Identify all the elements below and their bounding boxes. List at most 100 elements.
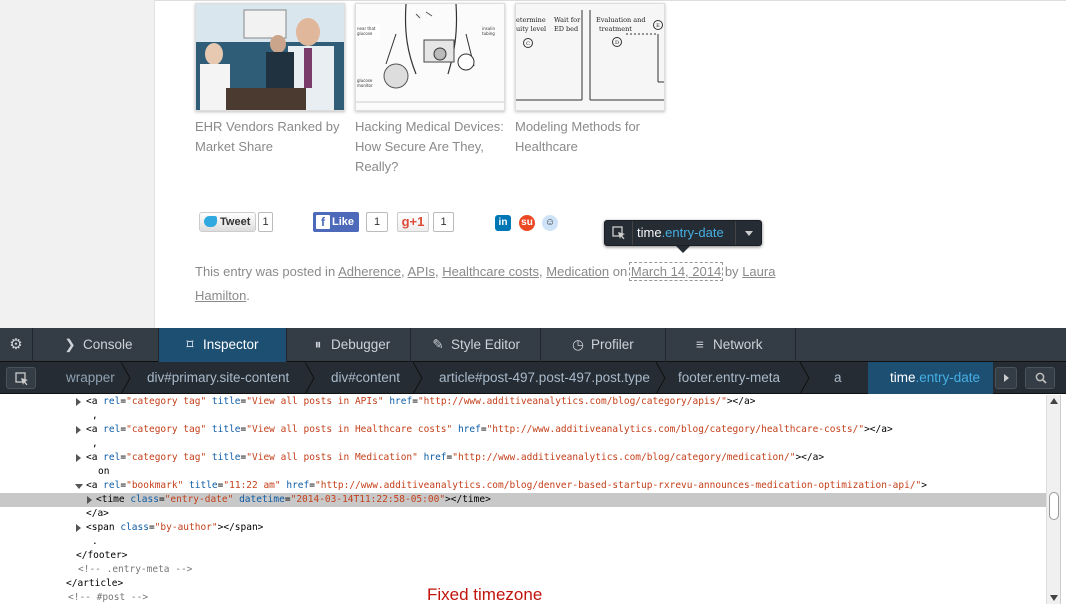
- search-icon: [1035, 372, 1047, 384]
- infobar-menu-button[interactable]: [735, 221, 761, 245]
- tab-debugger[interactable]: ⏸ Debugger: [287, 328, 411, 362]
- search-button[interactable]: [1025, 367, 1055, 389]
- markup-line[interactable]: </footer>: [0, 549, 1046, 563]
- tab-inspector[interactable]: ⌑ Inspector: [159, 328, 287, 362]
- crumb-tag: div: [147, 370, 165, 385]
- linkedin-icon[interactable]: in: [495, 215, 511, 231]
- attr-value: http://www.additiveanalytics.com/blog/ca…: [492, 424, 859, 435]
- markup-line[interactable]: </a>: [0, 507, 1046, 521]
- markup-node: <time class="entry-date" datetime="2014-…: [96, 494, 491, 505]
- svg-text:glucose: glucose: [357, 31, 373, 36]
- tweet-count: 1: [258, 212, 273, 232]
- markup-line[interactable]: <!-- .entry-meta -->: [0, 563, 1046, 577]
- expand-twisty-icon[interactable]: [76, 398, 81, 406]
- breadcrumb-separator: [121, 362, 131, 394]
- attr-value: entry-date: [170, 494, 228, 505]
- tweet-button[interactable]: Tweet: [199, 212, 256, 232]
- tab-label: Network: [713, 337, 763, 352]
- markup-line[interactable]: ,: [0, 409, 1046, 423]
- breadcrumb-footer[interactable]: footer.entry-meta: [678, 362, 788, 394]
- expand-twisty-icon[interactable]: [87, 496, 92, 504]
- scroll-thumb[interactable]: [1049, 492, 1059, 520]
- markup-line-selected[interactable]: <time class="entry-date" datetime="2014-…: [0, 493, 1046, 507]
- category-link[interactable]: Healthcare costs: [442, 264, 539, 279]
- breadcrumb-article[interactable]: article#post-497.post-497.post.type: [439, 362, 654, 394]
- expand-twisty-icon[interactable]: [76, 426, 81, 434]
- markup-node: <a rel="category tag" title="View all po…: [86, 452, 825, 463]
- thumb3-node-e: E: [656, 23, 660, 29]
- attr-value: category tag: [131, 452, 201, 463]
- breadcrumb-a[interactable]: a: [834, 362, 854, 394]
- markup-node: <a rel="bookmark" title="11:22 am" href=…: [86, 480, 928, 491]
- author-last-name: Hamilton: [195, 288, 247, 303]
- related-post-link[interactable]: Hacking Medical Devices: How Secure Are …: [355, 117, 505, 177]
- related-thumbnail-modeling[interactable]: etermine uity level Wait for ED bed Eval…: [515, 3, 665, 111]
- category-link[interactable]: Adherence: [338, 264, 401, 279]
- twitter-bird-icon: [204, 216, 217, 227]
- tab-profiler[interactable]: ◷ Profiler: [541, 328, 666, 362]
- related-post-link[interactable]: Modeling Methods for Healthcare: [515, 117, 665, 157]
- category-link[interactable]: Medication: [546, 264, 609, 279]
- markup-line[interactable]: ,: [0, 437, 1046, 451]
- thumb3-label-d: ED bed: [554, 25, 578, 33]
- markup-view: <a rel="category tag" title="View all po…: [0, 395, 1046, 604]
- crumb-tag: time: [890, 370, 916, 385]
- thumb3-label-c: Wait for: [554, 16, 581, 24]
- page-left-gutter: [0, 0, 155, 328]
- tab-style-editor[interactable]: ✎ Style Editor: [411, 328, 541, 362]
- related-thumbnail-ehr[interactable]: [195, 3, 345, 111]
- markup-line[interactable]: .: [0, 535, 1046, 549]
- element-picker-button[interactable]: [6, 367, 36, 389]
- highlighter-infobar: time.entry-date: [604, 220, 762, 246]
- attr-value: http://www.additiveanalytics.com/blog/ca…: [423, 396, 722, 407]
- markup-scrollbar[interactable]: [1046, 395, 1060, 604]
- page-top-border: [155, 0, 1066, 1]
- breadcrumb-time-selected[interactable]: time.entry-date: [868, 362, 993, 394]
- attr-value: by-author: [160, 522, 212, 533]
- crumb-id: #primary.site-content: [164, 370, 290, 385]
- collapse-twisty-icon[interactable]: [75, 484, 83, 489]
- tab-network[interactable]: ≡ Network: [666, 328, 796, 362]
- related-thumbnail-medical-devices[interactable]: near that glucose insulin tubing glucose…: [355, 3, 505, 111]
- markup-line[interactable]: <a rel="category tag" title="View all po…: [0, 451, 1046, 465]
- crumb-tag: a: [834, 370, 842, 385]
- crumb-class: .entry-meta: [711, 370, 781, 385]
- closing-tag: </a>: [86, 508, 109, 519]
- closing-tag: </footer>: [76, 550, 128, 561]
- infobar-node-label: time.entry-date: [637, 225, 724, 240]
- toolbox-options-button[interactable]: ⚙: [0, 328, 33, 362]
- thumb3-node-d: D: [615, 40, 619, 46]
- attr-value: 11:22 am: [229, 480, 275, 491]
- markup-line[interactable]: on: [0, 465, 1046, 479]
- scroll-down-arrow-icon[interactable]: [1050, 595, 1058, 601]
- markup-node: <span class="by-author"></span>: [86, 522, 264, 533]
- breadcrumb-primary[interactable]: div#primary.site-content: [147, 362, 303, 394]
- google-plus-button[interactable]: g+1: [397, 212, 429, 232]
- tweet-label: Tweet: [220, 216, 251, 228]
- stumbleupon-icon[interactable]: su: [519, 215, 535, 231]
- crumb-id: #post-497.post-497.post.type: [475, 370, 650, 385]
- breadcrumb-content[interactable]: div#content: [331, 362, 411, 394]
- breadcrumb-scroll-right-button[interactable]: [995, 367, 1017, 389]
- infobar-pick-button[interactable]: [605, 221, 633, 245]
- related-post-link[interactable]: EHR Vendors Ranked by Market Share: [195, 117, 345, 157]
- category-link[interactable]: APIs: [408, 264, 435, 279]
- scroll-up-arrow-icon[interactable]: [1050, 398, 1058, 404]
- reddit-icon[interactable]: ☺: [542, 215, 558, 231]
- infobar-arrow: [676, 246, 690, 253]
- tab-console[interactable]: ❯ Console: [33, 328, 159, 362]
- sidebar-panel-edge: [1060, 395, 1066, 604]
- tab-label: Style Editor: [451, 337, 521, 352]
- entry-date-link[interactable]: March 14, 2014: [628, 262, 724, 281]
- markup-line[interactable]: <a rel="category tag" title="View all po…: [0, 423, 1046, 437]
- thumb3-label-a: etermine: [516, 16, 546, 24]
- markup-line[interactable]: <a rel="bookmark" title="11:22 am" href=…: [0, 479, 1046, 493]
- expand-twisty-icon[interactable]: [76, 454, 81, 462]
- markup-line[interactable]: <span class="by-author"></span>: [0, 521, 1046, 535]
- expand-twisty-icon[interactable]: [76, 524, 81, 532]
- markup-line[interactable]: <a rel="category tag" title="View all po…: [0, 395, 1046, 409]
- comment-node: <!-- #post -->: [68, 592, 149, 603]
- tab-label: Debugger: [331, 337, 391, 352]
- facebook-like-button[interactable]: f Like: [313, 212, 359, 232]
- breadcrumb-wrapper[interactable]: wrapper: [66, 362, 121, 394]
